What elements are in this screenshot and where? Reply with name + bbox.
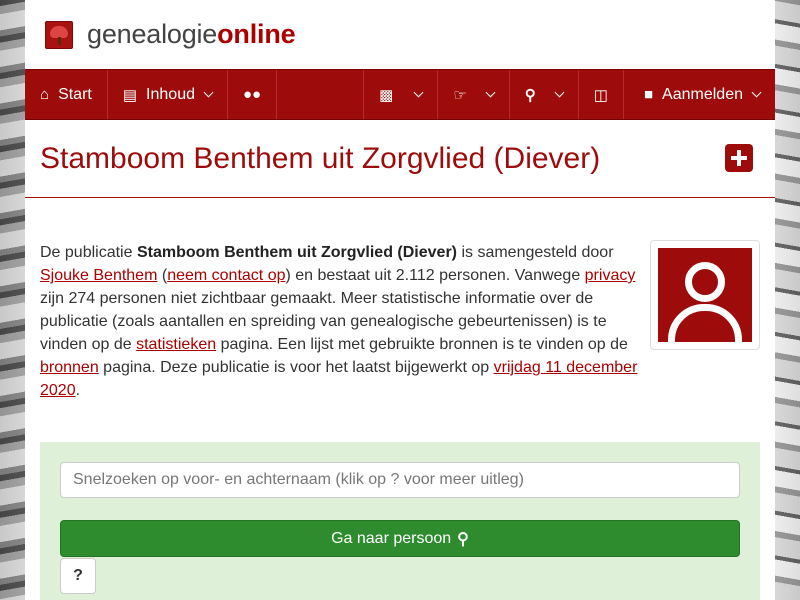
statistics-link[interactable]: statistieken [136, 336, 216, 353]
nav-language[interactable]: ▩ [363, 70, 439, 119]
nav-comments[interactable]: ●● [228, 70, 278, 119]
logo-regular: genealogie [87, 19, 218, 49]
background-photo-right [775, 0, 800, 600]
nav-start-label: Start [58, 85, 92, 103]
main-content: De publicatie Stamboom Benthem uit Zorgv… [25, 198, 775, 402]
sources-link[interactable]: bronnen [40, 359, 99, 376]
user-icon [658, 248, 752, 342]
book-icon: ▤ [122, 86, 138, 104]
intro-text: pagina. Deze publicatie is voor het laat… [98, 359, 494, 376]
intro-text: pagina. Een lijst met gebruikte bronnen … [216, 336, 628, 353]
go-to-person-button[interactable]: Ga naar persoon ⚲ [60, 520, 740, 557]
contact-link[interactable]: neem contact op [167, 267, 285, 284]
chevron-down-icon [751, 87, 762, 98]
help-button[interactable]: ? [60, 558, 96, 594]
nav-cart[interactable]: ◫ [579, 70, 624, 119]
nav-share[interactable]: ☞ [438, 70, 510, 119]
plus-square-icon[interactable] [725, 144, 753, 172]
title-row: Stamboom Benthem uit Zorgvlied (Diever) [25, 120, 775, 198]
home-icon: ⌂ [40, 86, 50, 103]
intro-text: ( [157, 267, 168, 284]
nav-start[interactable]: ⌂ Start [25, 70, 108, 119]
intro-text: . [75, 382, 81, 399]
chevron-down-icon [554, 87, 565, 98]
chevron-down-icon [485, 87, 496, 98]
logo-bold: online [217, 19, 296, 49]
intro-text: is samengesteld door [457, 244, 614, 261]
language-icon: ▩ [379, 86, 394, 104]
nav-inhoud-label: Inhoud [146, 85, 195, 103]
nav-aanmelden-label: Aanmelden [662, 85, 743, 103]
tree-logo-icon[interactable] [45, 20, 73, 49]
chevron-down-icon [203, 87, 214, 98]
publication-intro: De publicatie Stamboom Benthem uit Zorgv… [40, 241, 640, 402]
nav-inhoud[interactable]: ▤ Inhoud [108, 70, 228, 119]
go-button-label: Ga naar persoon [331, 529, 452, 547]
page-container: genealogieonline ⌂ Start ▤ Inhoud ●● ▩ ☞… [25, 0, 775, 600]
page-title: Stamboom Benthem uit Zorgvlied (Diever) [40, 141, 601, 175]
search-placeholder: Snelzoeken op voor- en achternaam (klik … [73, 471, 524, 488]
main-navbar: ⌂ Start ▤ Inhoud ●● ▩ ☞ ⚲ ◫ ■ Aanmelden [25, 69, 775, 120]
comments-icon: ●● [242, 86, 262, 103]
author-link[interactable]: Sjouke Benthem [40, 267, 157, 284]
cart-icon: ◫ [593, 86, 608, 104]
search-input[interactable]: Snelzoeken op voor- en achternaam (klik … [60, 462, 740, 498]
privacy-link[interactable]: privacy [585, 267, 636, 284]
chevron-down-icon [413, 87, 424, 98]
search-icon: ⚲ [457, 530, 469, 548]
site-header: genealogieonline [25, 0, 775, 69]
search-icon: ⚲ [524, 86, 536, 104]
publication-name: Stamboom Benthem uit Zorgvlied (Diever) [136, 244, 457, 261]
intro-text: ) en bestaat uit 2.112 personen. Vanwege [285, 267, 585, 284]
avatar [650, 240, 760, 350]
site-logo[interactable]: genealogieonline [87, 19, 296, 50]
nav-search[interactable]: ⚲ [510, 70, 579, 119]
lock-icon: ■ [643, 86, 654, 103]
background-photo-left [0, 0, 25, 600]
hand-pointer-icon: ☞ [453, 86, 467, 104]
nav-aanmelden[interactable]: ■ Aanmelden [624, 70, 775, 119]
intro-text: De publicatie [40, 244, 137, 261]
quick-search-panel: Snelzoeken op voor- en achternaam (klik … [40, 442, 760, 600]
